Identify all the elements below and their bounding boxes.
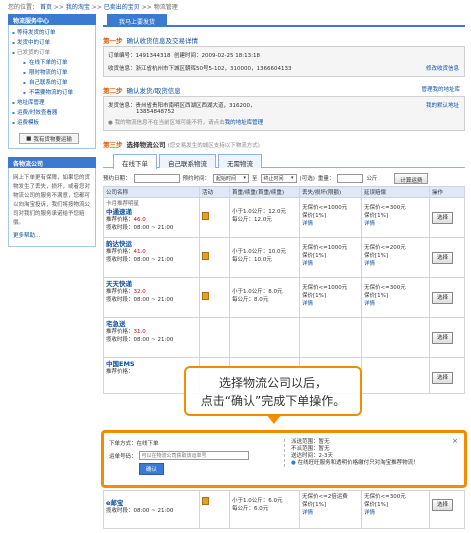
waybill-input[interactable]: [138, 451, 249, 460]
details-link[interactable]: 详情: [302, 509, 359, 517]
sidebar-header: 物流服务中心: [8, 14, 96, 25]
date-input[interactable]: [133, 173, 180, 183]
last-row-area: e邮宝 揽收时段：08:00 ~ 21:00 小于1.0公斤：6.0元 每公斤：6.…: [103, 490, 465, 529]
more-help-link[interactable]: 更多帮助...: [11, 231, 93, 242]
company-name[interactable]: 天天快递: [106, 280, 197, 288]
chevron-down-icon: ▾: [291, 174, 294, 181]
table-row: 天天快递 推荐价格：32.0 揽收时段：08:00 ~ 21:00 小于1.0公斤：…: [103, 277, 465, 318]
sidebar-item-shipping[interactable]: 发货中的订单: [11, 38, 93, 48]
address-library-link[interactable]: 我的地址库管理: [225, 120, 264, 126]
details-link[interactable]: 详情: [364, 260, 427, 268]
promotion-icon: [202, 497, 209, 505]
select-button[interactable]: 选择: [432, 292, 454, 304]
recipient-phone: 1366604133: [256, 66, 292, 72]
select-button[interactable]: 选择: [432, 499, 454, 511]
manage-address-link[interactable]: 管理我的地址库: [421, 85, 460, 93]
sidebar-help: 网上下单更有保障，如果您的货物发生了丢失，损坏，或者您对物流公司的服务不满意，您…: [8, 168, 96, 247]
sender-info: 发货信息：贵州省贵阳市南明区西湖区西湖大道，316200， 我的默认地址 1385…: [103, 96, 465, 131]
details-link[interactable]: 详情: [302, 300, 359, 308]
table-row: 宅急送 推荐价格：31.0 揽收时段：08:00 ~ 21:00 选择: [103, 317, 465, 358]
chevron-down-icon: ▾: [243, 174, 247, 181]
order-number: 1491344318: [135, 53, 171, 59]
details-link[interactable]: 详情: [364, 220, 427, 228]
details-link[interactable]: 详情: [364, 300, 427, 308]
sidebar-item-nologistics[interactable]: 不需要物流的订单: [11, 88, 93, 98]
tab-self-contact[interactable]: 自己联系物流: [159, 154, 216, 168]
breadcrumb: 您的位置： 首页 >> 我的淘宝 >> 已卖出的宝贝 >> 物流管理: [8, 4, 178, 11]
promotion-icon: [202, 252, 209, 260]
recipient-address: 浙江省杭州市下城区朝晖50号5-102，310000，: [135, 66, 257, 72]
default-address-link[interactable]: 我的默认地址: [426, 101, 459, 109]
select-button[interactable]: 选择: [432, 212, 454, 224]
breadcrumb-my-taobao[interactable]: 我的淘宝: [66, 4, 90, 11]
select-button[interactable]: 选择: [432, 252, 454, 264]
sidebar-header-2: 各物流公司: [8, 157, 96, 168]
logistics-tabs: 在线下单 自己联系物流 无需物流: [103, 154, 465, 169]
sidebar-item-fee-viewer[interactable]: 运费/时效查看器: [11, 108, 93, 118]
sidebar-item-address[interactable]: 地址库管理: [11, 98, 93, 108]
select-button[interactable]: 选择: [432, 332, 454, 344]
info-icon: ●: [291, 460, 296, 466]
filter-bar: 预约日期： 预约时间： 起始时间 ▾ 至 终止时间 ▾ (可选) 重量： 公斤 计算…: [103, 170, 465, 186]
sidebar-item-waiting[interactable]: 等待发货的订单: [11, 28, 93, 38]
details-link[interactable]: 详情: [364, 509, 427, 517]
company-name[interactable]: 中国EMS: [106, 360, 197, 368]
ship-goods-button[interactable]: ■ 我有货物要运输: [19, 133, 79, 144]
sidebar-item-online[interactable]: 在线下单的订单: [11, 58, 93, 68]
breadcrumb-sold[interactable]: 已卖出的宝贝: [104, 4, 140, 11]
tab-online-order[interactable]: 在线下单: [113, 154, 157, 169]
company-name[interactable]: 中通速递: [106, 208, 197, 216]
promotion-icon: [202, 292, 209, 300]
step-3-header: 第三步 选择物流公司 (您交易发生的城区支持以下物流方式): [103, 141, 260, 149]
breadcrumb-home[interactable]: 首页: [40, 4, 52, 11]
sidebar-item-template[interactable]: 运费模板: [11, 118, 93, 128]
sidebar: 物流服务中心 等待发货的订单 发货中的订单 已发货的订单 在线下单的订单 限时物…: [8, 14, 96, 247]
weight-input[interactable]: [337, 173, 364, 183]
table-row: 韵达快运 推荐价格：41.0 揽收时段：08:00 ~ 21:00 小于1.0公斤：…: [103, 237, 465, 278]
order-info: 订单编号：1491344318 创建时间：2009-02-25 18:13:18…: [103, 46, 465, 77]
logistics-table: 公司名称 活动 首重/续重(首重/续重) 丢失/损坏(限额) 延误赔偿 操作 卡…: [103, 186, 465, 394]
sidebar-item-self[interactable]: 自己联系的订单: [11, 78, 93, 88]
help-text: 网上下单更有保障，如果您的货物发生了丢失，损坏，或者您对物流公司的服务不满意，您…: [13, 175, 91, 226]
table-row: 卡月推荐明星 中通速递 推荐价格：46.0 揽收时段：08:00 ~ 21:00 小于…: [103, 197, 465, 238]
confirm-button[interactable]: 确认: [139, 463, 165, 475]
table-row: e邮宝 揽收时段：08:00 ~ 21:00 小于1.0公斤：6.0元 每公斤：6.…: [103, 490, 465, 529]
select-button[interactable]: 选择: [432, 372, 454, 384]
company-name[interactable]: 宅急送: [106, 320, 197, 328]
tab-no-logistics[interactable]: 无需物流: [218, 154, 262, 168]
truck-icon: ■: [26, 135, 32, 142]
sender-phone: 13854848752: [136, 109, 175, 115]
breadcrumb-current: 物流管理: [153, 4, 178, 11]
instruction-callout: 选择物流公司以后， 点击“确认”完成下单操作。: [184, 366, 362, 424]
info-icon: ●: [108, 120, 113, 126]
main-tab[interactable]: 我马上要发货: [107, 14, 168, 27]
sidebar-item-timed[interactable]: 限时物流的订单: [11, 68, 93, 78]
step-2-header: 第二步 确认发货/取货信息 管理我的地址库: [103, 85, 460, 95]
main: 我马上要发货 第一步 确认收货信息及交易详情 订单编号：1491344318 创建…: [103, 14, 465, 394]
created-time: 2009-02-25 18:13:18: [201, 53, 260, 59]
sidebar-item-shipped[interactable]: 已发货的订单: [11, 48, 93, 58]
details-link[interactable]: 详情: [302, 260, 359, 268]
company-name[interactable]: 韵达快运: [106, 240, 197, 248]
order-dialog: × 下单方式：在线下单 运单号码： 确认 派送范围：暂无 不派范围：暂无 送达时…: [101, 430, 467, 488]
start-time-select[interactable]: 起始时间 ▾: [213, 173, 250, 183]
edit-recipient-link[interactable]: 修改收货信息: [426, 64, 459, 72]
calculate-fee-button[interactable]: 计算运费: [394, 172, 429, 184]
promotion-icon: [202, 212, 209, 220]
step-1-header: 第一步 确认收货信息及交易详情: [103, 37, 198, 45]
sidebar-menu: 等待发货的订单 发货中的订单 已发货的订单 在线下单的订单 限时物流的订单 自己…: [8, 25, 96, 149]
details-link[interactable]: 详情: [302, 220, 359, 228]
order-mode: 在线下单: [136, 441, 159, 447]
end-time-select[interactable]: 终止时间 ▾: [260, 173, 297, 183]
company-name[interactable]: e邮宝: [106, 499, 197, 507]
